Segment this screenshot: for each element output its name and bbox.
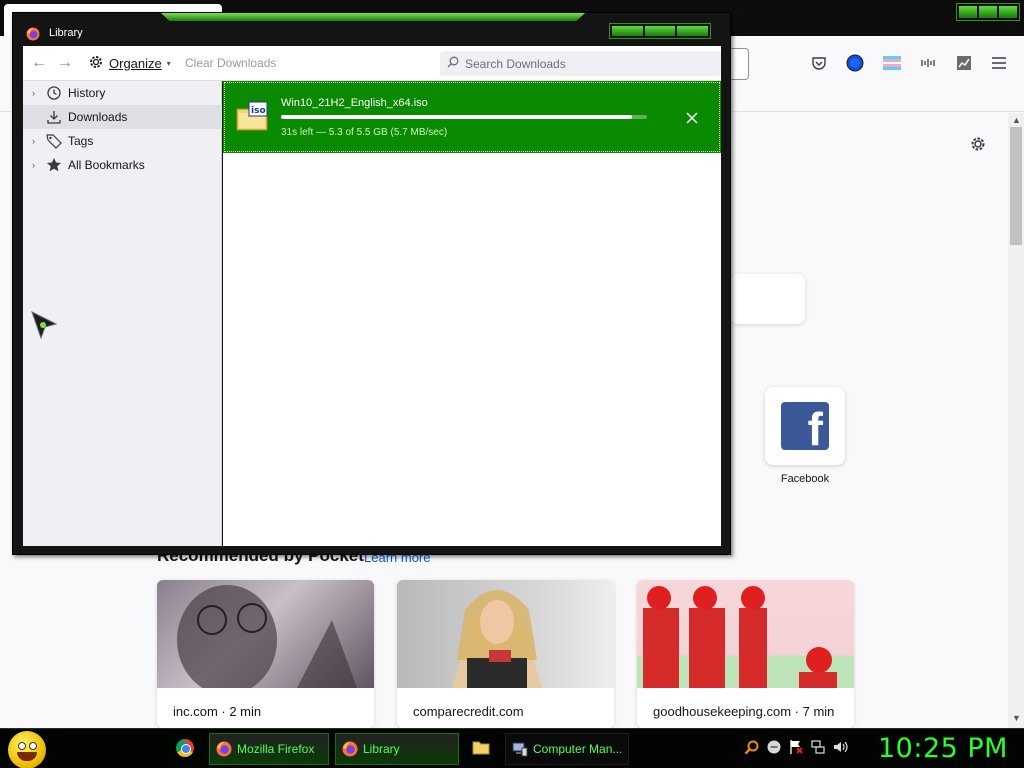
volume-icon[interactable]: [832, 739, 848, 755]
scroll-down-arrow-icon[interactable]: ▼: [1012, 713, 1021, 723]
extension-audio-icon[interactable]: [919, 54, 937, 72]
sidebar-item-label: All Bookmarks: [68, 158, 145, 172]
shortcut-label: Facebook: [780, 473, 830, 485]
chrome-icon[interactable]: [176, 739, 194, 757]
download-icon: [46, 109, 62, 125]
search-icon[interactable]: [744, 739, 760, 755]
account-icon[interactable]: [846, 54, 864, 72]
download-item[interactable]: iso Win10_21H2_English_x64.iso 31s left …: [223, 81, 721, 153]
taskbar-item-firefox[interactable]: Mozilla Firefox: [209, 733, 329, 765]
sidebar-item-tags[interactable]: › Tags: [23, 129, 222, 153]
page-scrollbar[interactable]: ▲ ▼: [1008, 113, 1024, 728]
clock-icon: [46, 85, 62, 101]
organize-button[interactable]: Organize ▾: [88, 53, 171, 73]
pocket-card[interactable]: goodhousekeeping.com · 7 min: [637, 580, 854, 728]
window-title: Library: [49, 27, 83, 39]
pocket-card-source: comparecredit.com: [413, 704, 524, 719]
search-downloads-input[interactable]: [465, 56, 705, 71]
action-center-flag-icon[interactable]: [788, 739, 804, 755]
search-icon: [447, 56, 459, 71]
firefox-icon: [26, 27, 40, 41]
taskbar-item-label: Computer Man...: [533, 742, 623, 756]
mouse-cursor-icon: [30, 310, 58, 340]
download-progress-bar: [281, 115, 647, 119]
pocket-card-source: inc.com · 2 min: [173, 704, 262, 719]
sidebar-item-label: Downloads: [68, 110, 128, 124]
tag-icon: [46, 133, 62, 149]
chevron-right-icon[interactable]: ›: [32, 136, 42, 146]
taskbar-item-computer-management[interactable]: Computer Man...: [505, 733, 629, 765]
pocket-card[interactable]: comparecredit.com: [397, 580, 614, 728]
pocket-card-image: [397, 580, 614, 688]
search-downloads-box[interactable]: [440, 51, 721, 76]
taskbar-item-label: Library: [363, 742, 400, 756]
system-tray: [744, 739, 848, 755]
iso-file-icon: iso: [236, 100, 268, 132]
organize-label: Organize: [109, 55, 162, 71]
back-arrow-icon[interactable]: ←: [30, 54, 48, 72]
library-toolbar: ← → Organize ▾ Clear Downloads: [23, 46, 721, 81]
shortcut-facebook[interactable]: f: [765, 387, 845, 465]
download-status: 31s left — 5.3 of 5.5 GB (5.7 MB/sec): [281, 127, 448, 138]
chevron-right-icon[interactable]: ›: [32, 88, 42, 98]
sidebar-item-downloads[interactable]: Downloads: [23, 105, 222, 129]
computer-management-icon: [512, 742, 528, 757]
chevron-right-icon[interactable]: ›: [32, 160, 42, 170]
taskbar-item-label: Mozilla Firefox: [237, 742, 315, 756]
taskbar-item-library[interactable]: Library: [335, 733, 459, 765]
titlebar-decoration: [161, 13, 585, 21]
sidebar-item-history[interactable]: › History: [23, 81, 222, 105]
sidebar-item-label: Tags: [68, 134, 94, 148]
firefox-window-controls[interactable]: [956, 3, 1020, 21]
newtab-search-box[interactable]: [730, 274, 805, 324]
extension-flag-icon[interactable]: [883, 54, 901, 72]
pocket-card-image: [157, 580, 374, 695]
firefox-icon: [216, 741, 232, 757]
gear-icon: [88, 54, 104, 73]
library-window-controls[interactable]: [609, 23, 711, 39]
pocket-card[interactable]: inc.com · 2 min: [157, 580, 374, 728]
scroll-up-arrow-icon[interactable]: ▲: [1012, 115, 1021, 125]
pocket-icon[interactable]: [810, 54, 828, 72]
menu-icon[interactable]: [990, 54, 1008, 72]
chevron-down-icon: ▾: [166, 58, 171, 68]
facebook-icon: f: [781, 402, 829, 450]
forward-arrow-icon[interactable]: →: [56, 54, 74, 72]
pocket-card-image: [637, 580, 854, 688]
download-filename: Win10_21H2_English_x64.iso: [281, 97, 428, 109]
library-window: Library ← → Organize ▾ Clear Downloads ›…: [12, 12, 731, 555]
gear-icon[interactable]: [969, 135, 987, 153]
sidebar-item-label: History: [68, 86, 106, 100]
svg-text:iso: iso: [251, 106, 266, 116]
clear-downloads-button[interactable]: Clear Downloads: [185, 56, 276, 70]
pocket-card-source: goodhousekeeping.com · 7 min: [653, 704, 835, 719]
extension-chart-icon[interactable]: [955, 54, 973, 72]
scroll-thumb[interactable]: [1010, 127, 1022, 245]
star-icon: [46, 157, 62, 173]
messenger-icon[interactable]: [766, 739, 782, 755]
close-icon[interactable]: [684, 110, 700, 126]
folder-icon[interactable]: [472, 739, 490, 755]
downloads-list: iso Win10_21H2_English_x64.iso 31s left …: [223, 81, 721, 546]
taskbar: Mozilla Firefox Library Computer Man... …: [0, 728, 1024, 768]
start-button[interactable]: [8, 731, 46, 768]
network-icon[interactable]: [810, 739, 826, 755]
sidebar-item-all-bookmarks[interactable]: › All Bookmarks: [23, 153, 222, 177]
firefox-icon: [342, 741, 358, 757]
taskbar-clock[interactable]: 10:25 PM: [878, 733, 1008, 764]
download-progress-fill: [281, 115, 633, 119]
